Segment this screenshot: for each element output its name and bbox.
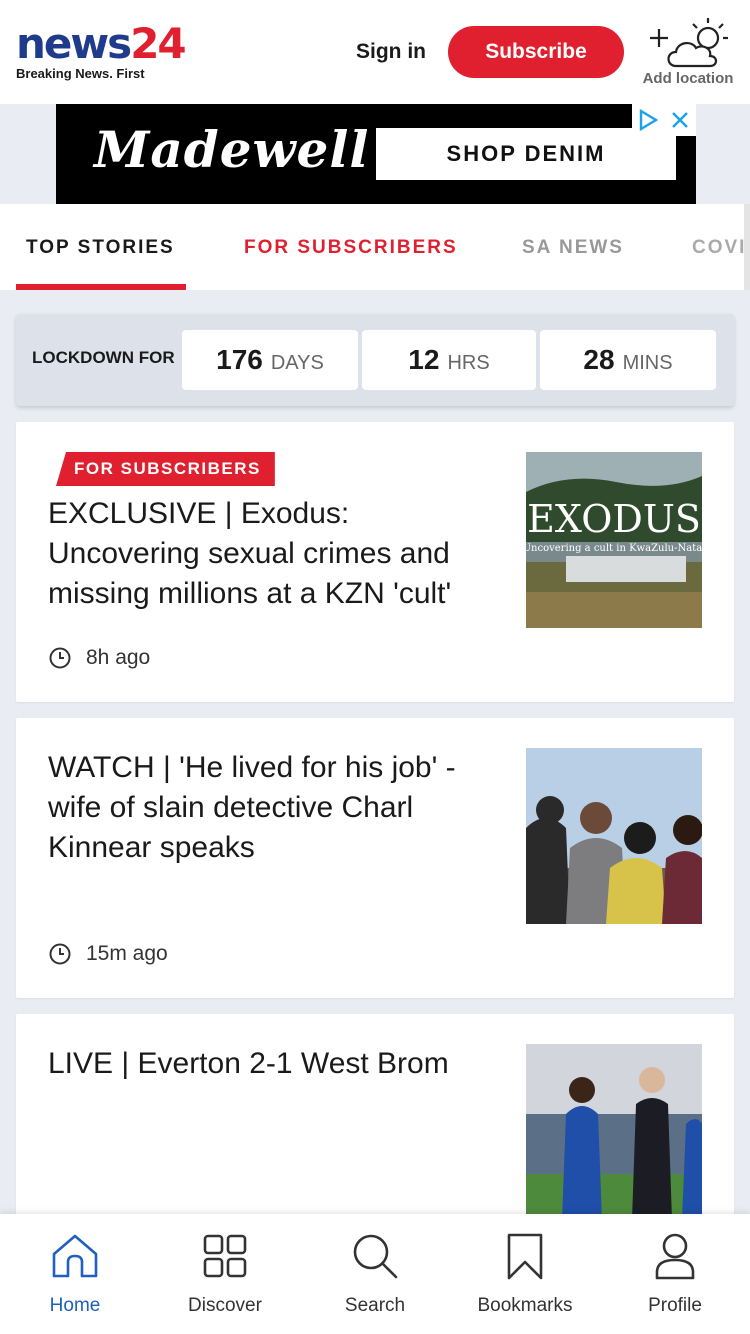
nav-home[interactable]: Home [0, 1214, 150, 1334]
adchoices-icon[interactable] [632, 104, 664, 136]
logo-tagline: Breaking News. First [16, 66, 145, 81]
story-card[interactable]: WATCH | 'He lived for his job' - wife of… [16, 718, 734, 998]
nav-home-label: Home [49, 1295, 101, 1316]
nav-discover-label: Discover [188, 1295, 262, 1316]
lockdown-minutes: 28 MINS [540, 330, 716, 390]
story-headline[interactable]: EXCLUSIVE | Exodus: Uncovering sexual cr… [48, 494, 488, 614]
grid-icon [203, 1234, 247, 1278]
lockdown-label: LOCKDOWN FOR [32, 348, 175, 367]
for-subscribers-badge: FOR SUBSCRIBERS [56, 452, 275, 486]
sign-in-link[interactable]: Sign in [356, 40, 426, 64]
logo-text: news [16, 19, 132, 68]
story-card[interactable]: LIVE | Everton 2-1 West Brom [16, 1014, 734, 1234]
search-icon [353, 1234, 398, 1279]
nav-profile[interactable]: Profile [600, 1214, 750, 1334]
app-screen: news24 Breaking News. First Sign in Subs… [0, 0, 750, 1334]
bookmark-icon [507, 1233, 543, 1280]
nav-discover[interactable]: Discover [150, 1214, 300, 1334]
ad-cta-button[interactable]: SHOP DENIM [376, 128, 676, 180]
subscribe-button[interactable]: Subscribe [448, 26, 624, 78]
story-time-label: 15m ago [86, 942, 168, 965]
ad-banner[interactable]: Madewell SHOP DENIM [56, 104, 696, 204]
story-card[interactable]: FOR SUBSCRIBERS EXCLUSIVE | Exodus: Unco… [16, 422, 734, 702]
tab-sa-news[interactable]: SA NEWS [522, 237, 624, 259]
story-image [526, 748, 702, 924]
active-tab-indicator [16, 284, 186, 290]
tab-top-stories[interactable]: TOP STORIES [26, 237, 175, 259]
tabs-scroll-edge [744, 204, 750, 290]
logo-number: 24 [130, 19, 186, 68]
ad-banner-area: Madewell SHOP DENIM [0, 104, 750, 204]
hours-unit: HRS [447, 351, 490, 374]
story-thumbnail[interactable] [526, 748, 702, 924]
days-value: 176 [216, 344, 263, 375]
news24-logo[interactable]: news24 Breaking News. First [16, 19, 187, 82]
weather-cloud-sun-icon [650, 18, 728, 68]
add-location-label: Add location [642, 70, 734, 87]
story-headline[interactable]: LIVE | Everton 2-1 West Brom [48, 1044, 488, 1084]
image-title: EXODUS [527, 497, 701, 541]
ad-brand: Madewell [94, 120, 370, 179]
nav-bookmarks-label: Bookmarks [477, 1295, 573, 1316]
story-headline[interactable]: WATCH | 'He lived for his job' - wife of… [48, 748, 488, 868]
nav-search-label: Search [344, 1295, 406, 1316]
minutes-unit: MINS [622, 351, 673, 374]
clock-icon [49, 647, 71, 669]
profile-icon [655, 1233, 695, 1280]
bottom-navigation: Home Discover Search Bookmarks Profile [0, 1214, 750, 1334]
story-time: 15m ago [48, 942, 168, 966]
lockdown-days: 176 DAYS [182, 330, 358, 390]
tab-covid[interactable]: COVI [692, 237, 746, 259]
lockdown-counter: LOCKDOWN FOR 176 DAYS 12 HRS 28 MINS [16, 314, 734, 406]
lockdown-hours: 12 HRS [362, 330, 536, 390]
image-subtitle: Uncovering a cult in KwaZulu-Natal [526, 543, 702, 554]
hours-value: 12 [408, 344, 440, 375]
story-time: 8h ago [48, 646, 150, 670]
add-location-button[interactable]: Add location [636, 12, 740, 92]
story-time-label: 8h ago [86, 646, 151, 669]
header: news24 Breaking News. First Sign in Subs… [0, 0, 750, 104]
minutes-value: 28 [583, 344, 615, 375]
nav-search[interactable]: Search [300, 1214, 450, 1334]
story-thumbnail[interactable]: EXODUS Uncovering a cult in KwaZulu-Nata… [526, 452, 702, 628]
ad-badge [632, 104, 696, 136]
home-icon [52, 1234, 98, 1278]
nav-profile-label: Profile [648, 1295, 702, 1316]
story-image: EXODUS Uncovering a cult in KwaZulu-Nata… [526, 452, 702, 628]
clock-icon [49, 943, 71, 965]
section-tabs: TOP STORIES FOR SUBSCRIBERS SA NEWS COVI [0, 204, 750, 290]
story-thumbnail[interactable] [526, 1044, 702, 1220]
nav-bookmarks[interactable]: Bookmarks [450, 1214, 600, 1334]
story-image [526, 1044, 702, 1220]
days-unit: DAYS [270, 351, 324, 374]
tab-for-subscribers[interactable]: FOR SUBSCRIBERS [244, 237, 458, 259]
close-icon[interactable] [664, 104, 696, 136]
